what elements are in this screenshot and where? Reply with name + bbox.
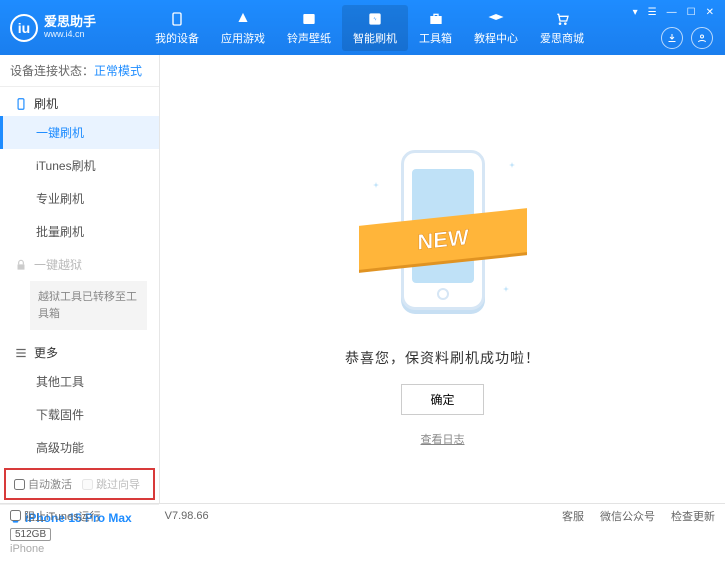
main-content: NEW 恭喜您，保资料刷机成功啦！ 确定 查看日志 [160,55,725,503]
sidebar-item-oneclick-flash[interactable]: 一键刷机 [0,116,159,149]
nav-toolbox[interactable]: 工具箱 [408,5,463,51]
list-icon [14,346,28,360]
sparkle-icon [503,286,509,292]
checkbox-block-itunes[interactable]: 阻止iTunes运行 [10,508,101,524]
close-icon[interactable]: ✕ [703,6,717,19]
app-header: iu 爱思助手 www.i4.cn 我的设备 应用游戏 铃声壁纸 智能刷机 工具… [0,0,725,55]
image-icon [300,10,318,28]
main-nav: 我的设备 应用游戏 铃声壁纸 智能刷机 工具箱 教程中心 爱思商城 [144,5,595,51]
nav-flash[interactable]: 智能刷机 [342,5,408,51]
graduation-icon [487,10,505,28]
sidebar-item-advanced[interactable]: 高级功能 [0,431,159,464]
nav-apps[interactable]: 应用游戏 [210,5,276,51]
section-more[interactable]: 更多 [0,336,159,365]
lines-icon[interactable]: ☰ [645,6,660,19]
footer-link-update[interactable]: 检查更新 [671,508,715,524]
nav-ringtone[interactable]: 铃声壁纸 [276,5,342,51]
nav-store[interactable]: 爱思商城 [529,5,595,51]
version-label: V7.98.66 [165,510,209,522]
ok-button[interactable]: 确定 [401,384,483,415]
success-message: 恭喜您，保资料刷机成功啦！ [345,348,540,368]
cart-icon [553,10,571,28]
svg-text:NEW: NEW [417,224,468,254]
section-flash[interactable]: 刷机 [0,87,159,116]
window-controls: ▾ ☰ — ☐ ✕ [630,6,717,19]
sparkle-icon [509,162,515,168]
section-jailbreak: 一键越狱 [0,248,159,277]
checkbox-skip-wizard[interactable]: 跳过向导 [82,476,140,492]
connection-status: 设备连接状态：正常模式 [0,55,159,87]
nav-tutorial[interactable]: 教程中心 [463,5,529,51]
menu-icon[interactable]: ▾ [630,6,641,19]
sidebar-item-other-tools[interactable]: 其他工具 [0,365,159,398]
sidebar-item-batch-flash[interactable]: 批量刷机 [0,215,159,248]
new-ribbon: NEW [359,208,527,270]
flash-icon [366,10,384,28]
sidebar-item-itunes-flash[interactable]: iTunes刷机 [0,149,159,182]
user-button[interactable] [691,27,713,49]
jailbreak-note: 越狱工具已转移至工具箱 [30,281,147,330]
sidebar: 设备连接状态：正常模式 刷机 一键刷机 iTunes刷机 专业刷机 批量刷机 一… [0,55,160,503]
app-title: 爱思助手 [44,15,96,29]
view-log-link[interactable]: 查看日志 [421,431,465,447]
toolbox-icon [427,10,445,28]
nav-my-device[interactable]: 我的设备 [144,5,210,51]
logo-icon: iu [10,14,38,42]
sidebar-item-pro-flash[interactable]: 专业刷机 [0,182,159,215]
maximize-icon[interactable]: ☐ [684,6,699,19]
success-illustration: NEW [363,132,523,332]
device-icon [14,97,28,111]
phone-icon [168,10,186,28]
sparkle-icon [373,182,379,188]
footer-link-support[interactable]: 客服 [562,508,584,524]
checkbox-auto-activate[interactable]: 自动激活 [14,476,72,492]
logo: iu 爱思助手 www.i4.cn [10,14,130,42]
download-button[interactable] [661,27,683,49]
storage-badge: 512GB [10,528,51,541]
footer-link-wechat[interactable]: 微信公众号 [600,508,655,524]
sidebar-item-download-firmware[interactable]: 下载固件 [0,398,159,431]
lock-icon [14,258,28,272]
minimize-icon[interactable]: — [664,6,680,19]
options-box: 自动激活 跳过向导 [4,468,155,500]
app-subtitle: www.i4.cn [44,30,96,40]
apps-icon [234,10,252,28]
device-type: iPhone [10,543,149,555]
